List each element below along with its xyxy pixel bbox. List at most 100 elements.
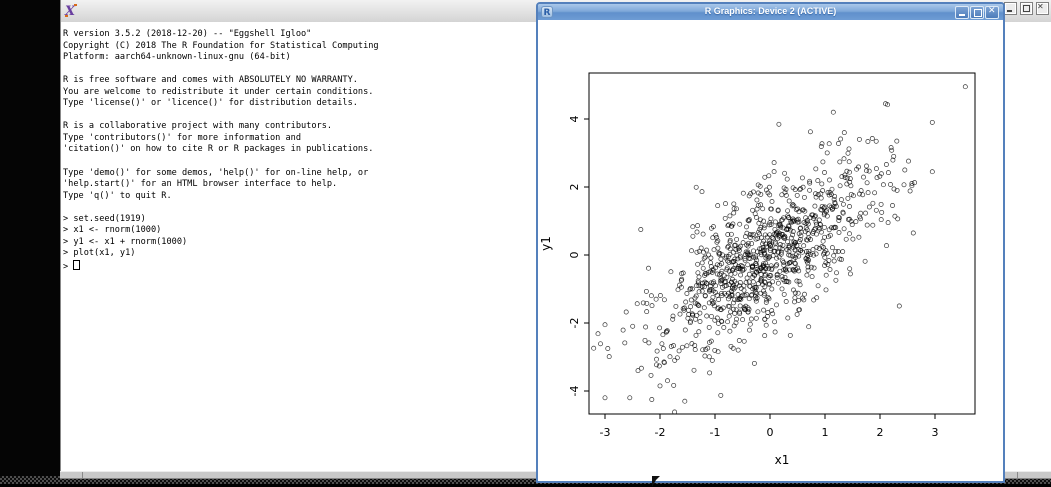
data-point [642, 337, 648, 343]
y-tick-label: -4 [568, 386, 581, 397]
data-point [716, 297, 722, 302]
data-point [772, 329, 778, 335]
data-point [606, 354, 612, 360]
data-point [896, 303, 902, 309]
data-point [850, 236, 856, 242]
terminal-close-button[interactable]: ✕ [1036, 2, 1049, 15]
data-point [755, 281, 761, 287]
data-point [630, 323, 636, 329]
data-point [699, 189, 705, 195]
data-point [736, 338, 742, 343]
data-point [677, 311, 683, 317]
data-point [758, 290, 764, 296]
data-point [715, 203, 721, 209]
data-point [684, 291, 690, 296]
graphics-titlebar[interactable]: R R Graphics: Device 2 (ACTIVE) ✕ [538, 4, 1003, 20]
minimize-icon [959, 14, 965, 16]
data-point [822, 170, 827, 175]
r-graphics-window[interactable]: R R Graphics: Device 2 (ACTIVE) ✕ -3 -2 -1… [536, 2, 1005, 483]
x-tick-label: -2 [655, 426, 666, 439]
data-point [777, 268, 783, 274]
data-point [602, 395, 608, 401]
data-point [684, 343, 690, 349]
graphics-minimize-button[interactable] [955, 6, 969, 19]
data-point [846, 146, 852, 152]
data-point [683, 299, 689, 305]
data-point [856, 136, 862, 142]
data-point [826, 258, 832, 263]
graphics-maximize-button[interactable] [970, 6, 984, 19]
data-point [792, 295, 798, 301]
data-point [865, 139, 871, 144]
data-point [638, 365, 644, 371]
data-point [643, 288, 649, 294]
data-point [883, 162, 889, 167]
x-tick-label: -1 [710, 426, 721, 439]
data-point [818, 195, 824, 201]
data-point [847, 204, 852, 209]
data-point [715, 245, 721, 251]
data-point [657, 383, 663, 389]
data-point [785, 208, 791, 214]
data-point [754, 197, 760, 203]
data-point [818, 144, 824, 149]
close-icon: ✕ [988, 6, 996, 16]
data-point [731, 210, 737, 216]
data-point [672, 357, 678, 363]
data-point [734, 236, 740, 242]
data-point [781, 291, 787, 297]
data-point [831, 253, 837, 259]
x11-logo-icon: X [64, 4, 77, 18]
data-point [829, 245, 835, 251]
data-point [753, 315, 759, 321]
data-point [695, 223, 701, 229]
data-point [732, 310, 738, 316]
data-point [713, 232, 719, 238]
data-point [744, 224, 749, 230]
terminal-cursor [73, 259, 81, 270]
data-point [962, 84, 968, 90]
data-point [744, 275, 750, 281]
data-point [763, 322, 769, 328]
data-point [799, 175, 805, 181]
data-point [863, 210, 868, 216]
data-point [620, 327, 626, 333]
data-point [751, 360, 757, 366]
terminal-minimize-button[interactable] [1004, 2, 1017, 15]
data-point [837, 183, 843, 189]
data-point [873, 138, 879, 144]
data-point [862, 258, 868, 264]
data-point [910, 230, 916, 236]
data-point [838, 197, 844, 203]
data-point [702, 353, 708, 359]
data-point [696, 289, 702, 295]
data-point [779, 286, 785, 292]
data-point [654, 348, 660, 354]
data-point [929, 169, 935, 175]
data-point [770, 279, 776, 285]
graphics-window-title: R Graphics: Device 2 (ACTIVE) [704, 6, 837, 16]
data-point [785, 315, 791, 321]
data-point [890, 203, 895, 208]
data-point [740, 317, 746, 323]
data-point [627, 395, 633, 401]
data-point [895, 216, 901, 222]
data-point [847, 231, 852, 237]
data-point [691, 367, 697, 373]
data-point [661, 297, 667, 303]
data-point [809, 274, 815, 280]
data-point [884, 243, 889, 249]
graphics-close-button[interactable]: ✕ [985, 6, 999, 19]
terminal-maximize-button[interactable] [1020, 2, 1033, 15]
data-point [755, 309, 761, 315]
data-point [646, 340, 652, 346]
data-point [779, 192, 785, 198]
data-point [726, 313, 732, 319]
y-axis-label: y1 [539, 236, 553, 251]
data-point [804, 272, 810, 278]
data-point [845, 150, 851, 156]
data-point [762, 174, 768, 180]
data-point [801, 243, 807, 249]
data-point [907, 188, 913, 194]
data-point [715, 330, 721, 336]
